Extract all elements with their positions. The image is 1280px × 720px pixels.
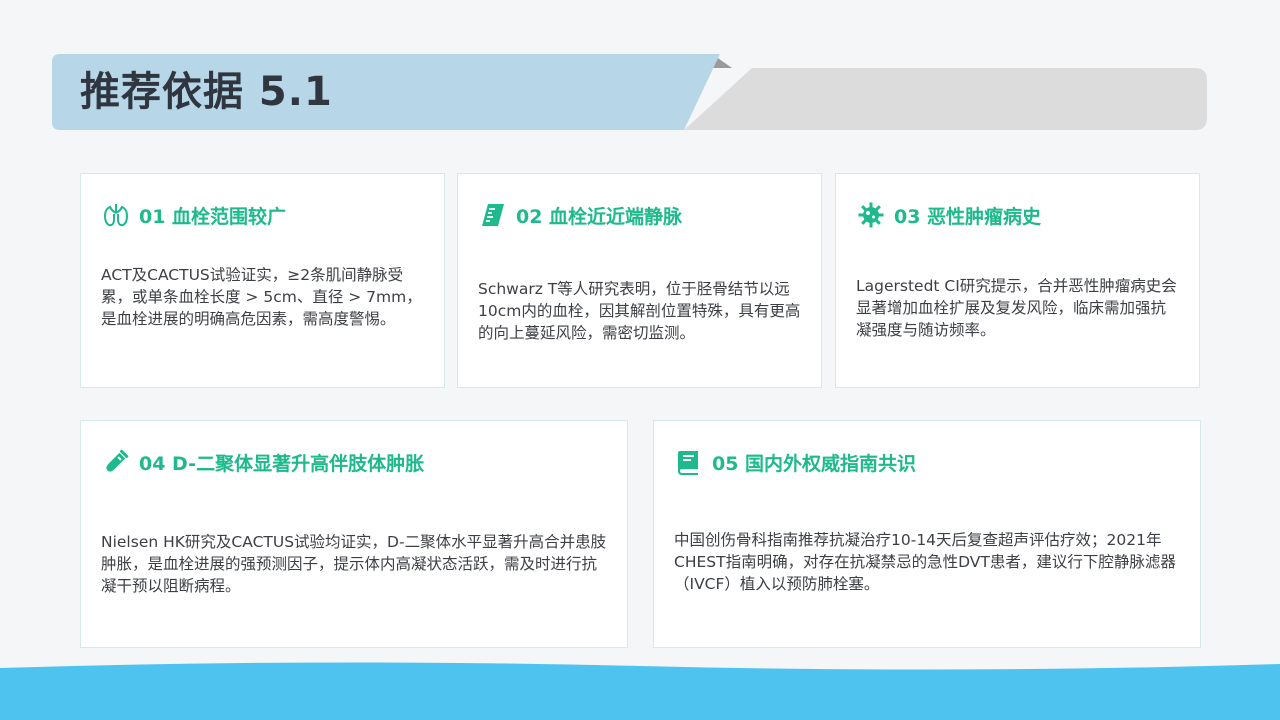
card-thrombus-extent: 01 血栓范围较广 ACT及CACTUS试验证实，≥2条肌间静脉受累，或单条血栓… (80, 173, 445, 388)
card-body: 中国创伤骨科指南推荐抗凝治疗10-14天后复查超声评估疗效；2021年CHEST… (674, 531, 1176, 593)
card-guidelines: 05 国内外权威指南共识 中国创伤骨科指南推荐抗凝治疗10-14天后复查超声评估… (653, 420, 1201, 648)
virus-icon (856, 200, 886, 230)
card-body: Lagerstedt CI研究提示，合并恶性肿瘤病史会显著增加血栓扩展及复发风险… (856, 277, 1177, 339)
bottom-wave (0, 662, 1280, 720)
card-proximal-vein: 02 血栓近近端静脉 Schwarz T等人研究表明，位于胫骨结节以远10cm内… (457, 173, 822, 388)
title-banner: 推荐依据 5.1 (52, 54, 1207, 130)
card-title: 01 血栓范围较广 (139, 205, 287, 228)
card-body: ACT及CACTUS试验证实，≥2条肌间静脉受累，或单条血栓长度 > 5cm、直… (101, 266, 422, 328)
test-tube-icon (101, 447, 131, 477)
card-title: 05 国内外权威指南共识 (712, 452, 917, 475)
card-title: 02 血栓近近端静脉 (516, 205, 683, 228)
card-d-dimer: 04 D-二聚体显著升高伴肢体肿胀 Nielsen HK研究及CACTUS试验均… (80, 420, 628, 648)
card-malignancy: 03 恶性肿瘤病史 Lagerstedt CI研究提示，合并恶性肿瘤病史会显著增… (835, 173, 1200, 388)
card-title: 04 D-二聚体显著升高伴肢体肿胀 (139, 452, 425, 475)
ruler-icon (478, 200, 508, 230)
card-body: Nielsen HK研究及CACTUS试验均证实，D-二聚体水平显著升高合并患肢… (101, 533, 607, 595)
card-title: 03 恶性肿瘤病史 (894, 205, 1042, 228)
lungs-icon (101, 200, 131, 230)
card-body: Schwarz T等人研究表明，位于胫骨结节以远10cm内的血栓，因其解剖位置特… (478, 280, 801, 342)
book-icon (674, 447, 704, 477)
page-title: 推荐依据 5.1 (80, 69, 333, 115)
